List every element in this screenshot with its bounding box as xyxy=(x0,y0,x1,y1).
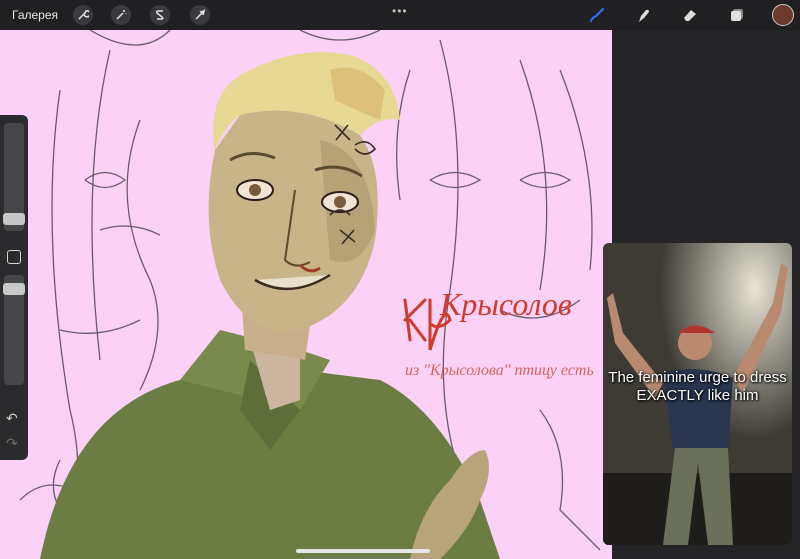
redo-icon[interactable]: ↷ xyxy=(6,435,18,452)
side-slider-panel: ↶ ↷ xyxy=(0,115,28,460)
layers-icon[interactable] xyxy=(725,4,749,26)
reference-image[interactable]: The feminine urge to dress EXACTLY like … xyxy=(603,243,792,545)
color-swatch[interactable] xyxy=(772,4,794,26)
selection-icon[interactable] xyxy=(150,5,170,25)
wrench-icon[interactable] xyxy=(73,5,93,25)
brush-icon[interactable] xyxy=(585,4,609,26)
transform-icon[interactable] xyxy=(190,5,210,25)
undo-icon[interactable]: ↶ xyxy=(6,410,18,427)
opacity-slider[interactable] xyxy=(3,275,25,385)
meme-caption: The feminine urge to dress EXACTLY like … xyxy=(608,369,787,404)
gallery-button[interactable]: Галерея xyxy=(12,8,58,22)
smudge-icon[interactable] xyxy=(632,4,656,26)
modify-button[interactable] xyxy=(7,250,21,264)
magic-wand-icon[interactable] xyxy=(111,5,131,25)
artwork: Крысолов из "Крысолова" птицу есть xyxy=(19,30,601,559)
brush-size-handle[interactable] xyxy=(3,213,25,225)
eraser-icon[interactable] xyxy=(678,4,702,26)
canvas-subtitle-text: из "Крысолова" птицу есть xyxy=(405,362,594,379)
canvas-title-text: Крысолов xyxy=(439,286,572,322)
opacity-handle[interactable] xyxy=(3,283,25,295)
top-toolbar: Галерея ••• xyxy=(0,0,800,30)
home-indicator[interactable] xyxy=(296,549,430,553)
brush-size-slider[interactable] xyxy=(3,123,25,231)
drawing-canvas[interactable]: Крысолов из "Крысолова" птицу есть xyxy=(0,30,612,559)
more-options-icon[interactable]: ••• xyxy=(392,4,408,18)
